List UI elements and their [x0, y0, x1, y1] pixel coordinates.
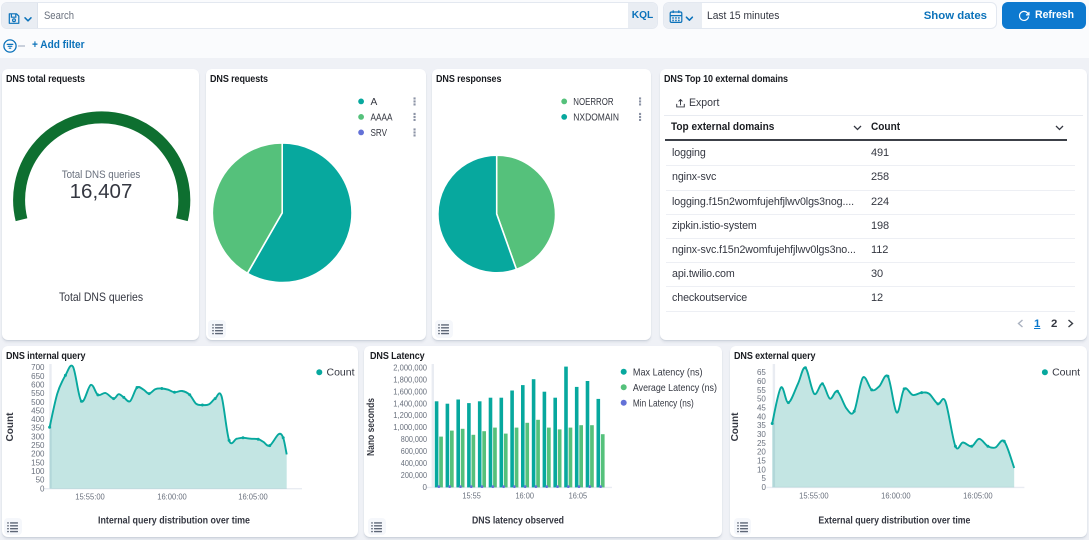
- svg-text:300: 300: [31, 432, 45, 441]
- svg-text:10: 10: [757, 465, 766, 474]
- svg-text:16:05: 16:05: [569, 491, 588, 500]
- svg-text:Nano seconds: Nano seconds: [366, 398, 377, 456]
- svg-text:35: 35: [757, 421, 766, 430]
- svg-text:Internal query distribution ov: Internal query distribution over time: [98, 515, 250, 526]
- svg-text:65: 65: [757, 368, 766, 377]
- svg-text:1,600,000: 1,600,000: [393, 387, 427, 396]
- svg-text:100: 100: [31, 467, 45, 476]
- svg-text:30: 30: [757, 430, 766, 439]
- svg-text:150: 150: [31, 458, 45, 467]
- svg-text:DNS latency observed: DNS latency observed: [472, 515, 564, 526]
- svg-text:Count: Count: [1052, 368, 1080, 379]
- svg-text:16:05:00: 16:05:00: [963, 491, 993, 500]
- svg-text:16:00:00: 16:00:00: [157, 493, 187, 502]
- svg-text:NXDOMAIN: NXDOMAIN: [574, 113, 620, 124]
- svg-text:5: 5: [761, 474, 766, 483]
- svg-text:450: 450: [31, 407, 45, 416]
- svg-text:20: 20: [757, 448, 766, 457]
- svg-text:400,000: 400,000: [401, 459, 428, 468]
- svg-text:250: 250: [31, 441, 45, 450]
- svg-text:1,000,000: 1,000,000: [393, 423, 427, 432]
- svg-text:AAAA: AAAA: [370, 113, 392, 124]
- svg-text:Average Latency (ns): Average Latency (ns): [633, 383, 717, 394]
- svg-text:1,400,000: 1,400,000: [393, 399, 427, 408]
- svg-text:15:55:00: 15:55:00: [75, 493, 105, 502]
- svg-text:350: 350: [31, 424, 45, 433]
- svg-text:SRV: SRV: [370, 128, 387, 139]
- svg-text:800,000: 800,000: [401, 435, 428, 444]
- svg-text:15: 15: [757, 457, 766, 466]
- svg-text:Count: Count: [5, 412, 16, 442]
- svg-text:16:00: 16:00: [515, 491, 534, 500]
- svg-text:15:55:00: 15:55:00: [799, 491, 829, 500]
- svg-text:0: 0: [423, 483, 428, 492]
- svg-text:NOERROR: NOERROR: [574, 97, 614, 108]
- svg-text:45: 45: [757, 404, 766, 413]
- svg-text:Count: Count: [327, 368, 355, 379]
- svg-text:16:00:00: 16:00:00: [881, 491, 911, 500]
- svg-text:400: 400: [31, 415, 45, 424]
- svg-text:16:05:00: 16:05:00: [238, 493, 268, 502]
- svg-text:Max Latency (ns): Max Latency (ns): [633, 367, 703, 378]
- svg-text:200: 200: [31, 450, 45, 459]
- svg-text:60: 60: [757, 377, 766, 386]
- svg-text:External query distribution ov: External query distribution over time: [818, 515, 970, 526]
- svg-text:2,000,000: 2,000,000: [393, 363, 427, 372]
- svg-text:600,000: 600,000: [401, 447, 428, 456]
- svg-text:1,800,000: 1,800,000: [393, 375, 427, 384]
- svg-text:200,000: 200,000: [401, 471, 428, 480]
- svg-text:40: 40: [757, 412, 766, 421]
- svg-text:A: A: [370, 97, 377, 108]
- svg-text:55: 55: [757, 386, 766, 395]
- svg-text:50: 50: [757, 395, 766, 404]
- svg-text:15:55: 15:55: [462, 491, 481, 500]
- svg-text:700: 700: [31, 363, 45, 372]
- svg-text:50: 50: [36, 476, 45, 485]
- svg-text:600: 600: [31, 381, 45, 390]
- svg-text:0: 0: [761, 483, 766, 492]
- svg-text:25: 25: [757, 439, 766, 448]
- svg-text:500: 500: [31, 398, 45, 407]
- svg-text:1,200,000: 1,200,000: [393, 411, 427, 420]
- svg-text:Count: Count: [730, 412, 741, 442]
- svg-text:650: 650: [31, 372, 45, 381]
- svg-text:550: 550: [31, 389, 45, 398]
- svg-text:Min Latency (ns): Min Latency (ns): [633, 398, 694, 409]
- svg-text:0: 0: [40, 484, 45, 493]
